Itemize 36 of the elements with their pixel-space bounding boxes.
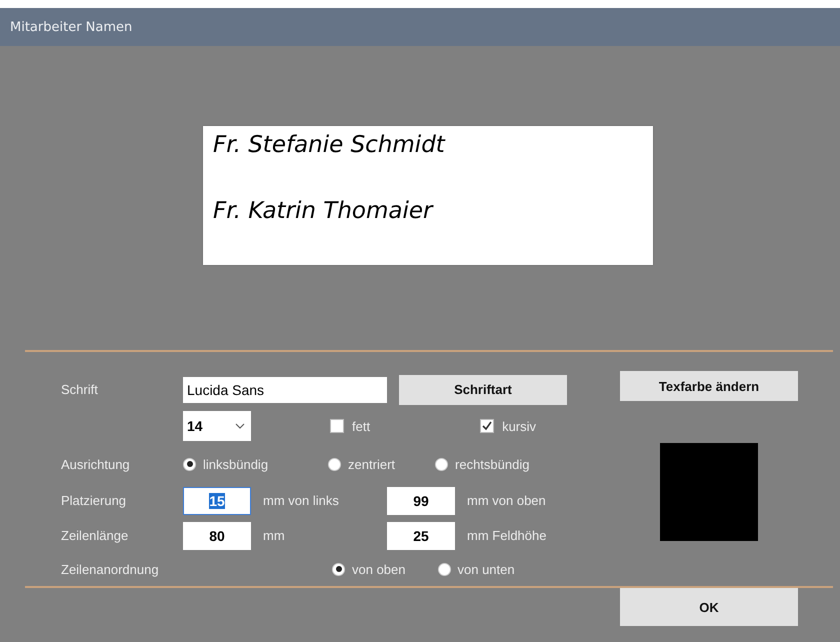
checkbox[interactable] [480, 419, 494, 433]
checkbox[interactable] [330, 419, 344, 433]
unit-label: mm von oben [467, 493, 546, 508]
unit-label: mm [263, 528, 286, 543]
checkbox-label: fett [352, 418, 370, 434]
window-title: Mitarbeiter Namen [10, 20, 132, 34]
preview-line: Fr. Katrin Thomaier [213, 197, 432, 226]
radio-label: rechtsbündig [455, 456, 530, 472]
radio-button[interactable] [183, 458, 196, 470]
unit-label: mm von links [263, 493, 340, 508]
radio-label: zentriert [348, 456, 396, 472]
field-height-field[interactable]: 25 [387, 522, 455, 550]
font-label: Schrift [60, 382, 99, 397]
font-field[interactable]: Lucida Sans [183, 376, 387, 402]
checkbox-label: kursiv [502, 418, 536, 434]
radio-button[interactable] [435, 458, 448, 470]
radio-button[interactable] [438, 562, 450, 576]
line-length-field[interactable]: 80 [183, 522, 251, 550]
radio-button[interactable] [328, 458, 342, 470]
radio-label: von unten [458, 562, 515, 576]
ok-button[interactable]: OK [620, 588, 798, 626]
placement-label: Platzierung [60, 493, 128, 508]
size-dropdown[interactable]: 14 [183, 411, 251, 441]
radio-button[interactable] [332, 562, 345, 576]
chevron-icon [235, 423, 245, 429]
radio-label: linksbündig [203, 456, 268, 472]
line-length-label: Zeilenlänge [60, 528, 130, 543]
font-button[interactable]: Schriftart [399, 374, 567, 404]
line-order-label: Zeilenanordnung [60, 562, 160, 576]
alignment-label: Ausrichtung [60, 456, 131, 472]
unit-label: mm Feldhöhe [467, 528, 546, 543]
left-offset-field[interactable]: 15 [183, 486, 251, 514]
radio-label: von oben [352, 562, 406, 576]
text-color-button[interactable]: Texfarbe ändern [620, 371, 798, 401]
top-offset-field[interactable]: 99 [387, 486, 455, 514]
preview-line: Fr. Stefanie Schmidt [213, 131, 445, 160]
